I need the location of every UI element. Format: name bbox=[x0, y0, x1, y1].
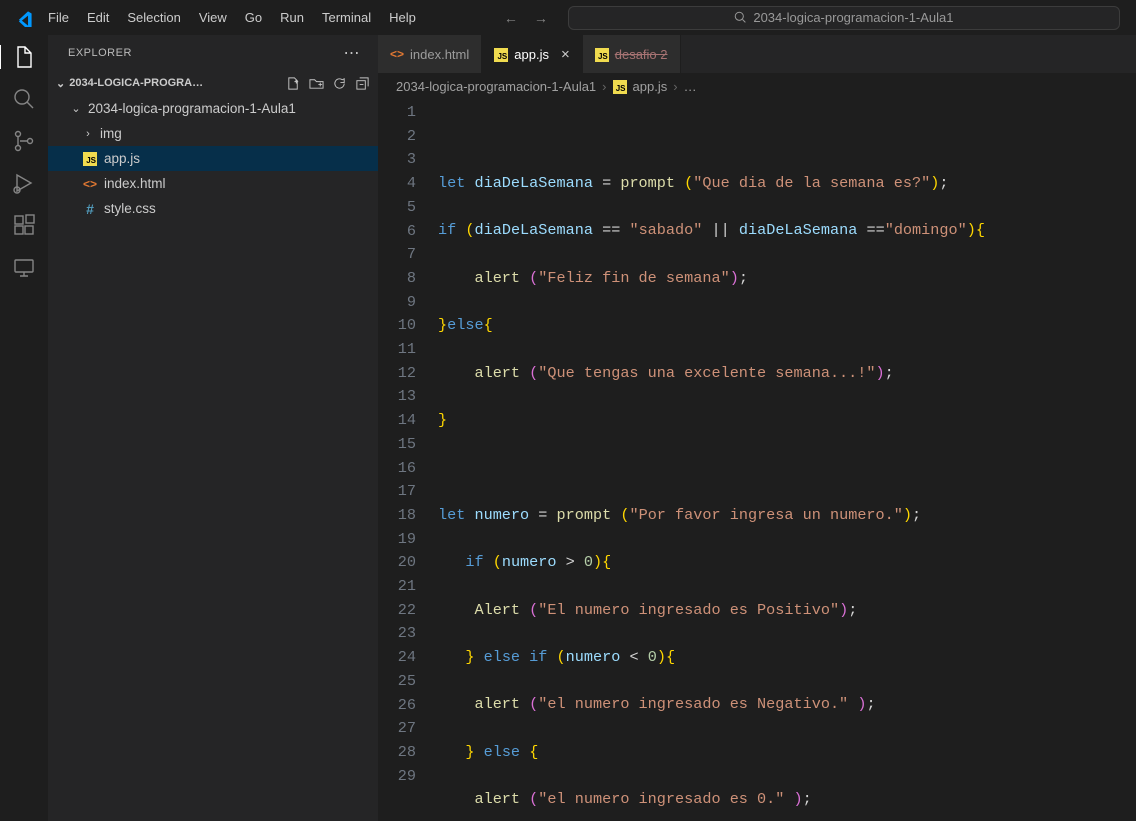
tab-indexhtml[interactable]: <> index.html bbox=[378, 35, 482, 73]
search-text: 2034-logica-programacion-1-Aula1 bbox=[753, 10, 953, 25]
tree-label: 2034-logica-programacion-1-Aula1 bbox=[88, 101, 296, 116]
activity-search-icon[interactable] bbox=[12, 87, 36, 111]
chevron-right-icon: › bbox=[602, 79, 606, 94]
tab-desafio2[interactable]: JS desafio 2 bbox=[583, 35, 681, 73]
search-icon bbox=[734, 11, 747, 24]
breadcrumb-symbol[interactable]: … bbox=[684, 79, 697, 94]
sidebar-header: EXPLORER ⋯ bbox=[48, 35, 378, 70]
command-center-search[interactable]: 2034-logica-programacion-1-Aula1 bbox=[568, 6, 1120, 30]
tab-appjs[interactable]: JS app.js × bbox=[482, 35, 582, 73]
activity-bar bbox=[0, 35, 48, 821]
tab-label: desafio 2 bbox=[615, 47, 668, 62]
js-file-icon: JS bbox=[494, 47, 508, 62]
tab-label: index.html bbox=[410, 47, 469, 62]
tree-file-stylecss[interactable]: # style.css bbox=[48, 196, 378, 221]
activity-explorer-icon[interactable] bbox=[0, 45, 47, 69]
nav-forward-icon[interactable]: → bbox=[534, 10, 548, 26]
collapse-all-icon[interactable] bbox=[355, 76, 370, 91]
tree-label: img bbox=[100, 126, 122, 141]
line-numbers-gutter: 1234567891011121314151617181920212223242… bbox=[378, 99, 438, 821]
chevron-down-icon: ⌄ bbox=[70, 102, 82, 115]
file-tree: ⌄ 2034-logica-programacion-1-Aula1 › img… bbox=[48, 96, 378, 221]
chevron-right-icon: › bbox=[673, 79, 677, 94]
nav-arrows: ← → bbox=[504, 10, 548, 26]
activity-extensions-icon[interactable] bbox=[12, 213, 36, 237]
tree-label: style.css bbox=[104, 201, 156, 216]
menu-bar: File Edit Selection View Go Run Terminal… bbox=[40, 6, 424, 29]
tree-file-indexhtml[interactable]: <> index.html bbox=[48, 171, 378, 196]
activity-source-control-icon[interactable] bbox=[12, 129, 36, 153]
menu-edit[interactable]: Edit bbox=[79, 6, 117, 29]
css-file-icon: # bbox=[82, 201, 98, 217]
menu-terminal[interactable]: Terminal bbox=[314, 6, 379, 29]
menu-file[interactable]: File bbox=[40, 6, 77, 29]
editor-tabs: <> index.html JS app.js × JS desafio 2 bbox=[378, 35, 1136, 73]
refresh-icon[interactable] bbox=[332, 76, 347, 91]
vscode-logo-icon bbox=[16, 10, 32, 26]
code-content[interactable]: let diaDeLaSemana = prompt ("Que dia de … bbox=[438, 99, 1136, 821]
breadcrumb[interactable]: 2034-logica-programacion-1-Aula1 › JS ap… bbox=[378, 73, 1136, 99]
breadcrumb-file[interactable]: app.js bbox=[633, 79, 668, 94]
nav-back-icon[interactable]: ← bbox=[504, 10, 518, 26]
tree-label: index.html bbox=[104, 176, 166, 191]
breadcrumb-folder[interactable]: 2034-logica-programacion-1-Aula1 bbox=[396, 79, 596, 94]
html-file-icon: <> bbox=[390, 47, 404, 61]
menu-view[interactable]: View bbox=[191, 6, 235, 29]
workspace-folder-header[interactable]: ⌄ 2034-LOGICA-PROGRA… bbox=[48, 70, 378, 96]
new-file-icon[interactable] bbox=[286, 76, 301, 91]
menu-go[interactable]: Go bbox=[237, 6, 270, 29]
activity-debug-icon[interactable] bbox=[12, 171, 36, 195]
editor-area: <> index.html JS app.js × JS desafio 2 2… bbox=[378, 35, 1136, 821]
title-bar: File Edit Selection View Go Run Terminal… bbox=[0, 0, 1136, 35]
activity-remote-icon[interactable] bbox=[12, 255, 36, 279]
js-file-icon: JS bbox=[613, 79, 627, 94]
tree-folder-img[interactable]: › img bbox=[48, 121, 378, 146]
chevron-down-icon: ⌄ bbox=[56, 77, 65, 90]
js-file-icon: JS bbox=[82, 152, 98, 166]
sidebar-more-icon[interactable]: ⋯ bbox=[344, 43, 361, 63]
tab-label: app.js bbox=[514, 47, 549, 62]
workspace-name: 2034-LOGICA-PROGRA… bbox=[69, 77, 203, 89]
menu-selection[interactable]: Selection bbox=[119, 6, 188, 29]
menu-run[interactable]: Run bbox=[272, 6, 312, 29]
close-icon[interactable]: × bbox=[561, 46, 570, 63]
tree-file-appjs[interactable]: JS app.js bbox=[48, 146, 378, 171]
js-file-icon: JS bbox=[595, 47, 609, 62]
code-editor[interactable]: 1234567891011121314151617181920212223242… bbox=[378, 99, 1136, 821]
tree-folder-root[interactable]: ⌄ 2034-logica-programacion-1-Aula1 bbox=[48, 96, 378, 121]
html-file-icon: <> bbox=[82, 177, 98, 191]
sidebar-title: EXPLORER bbox=[68, 47, 132, 59]
new-folder-icon[interactable] bbox=[309, 76, 324, 91]
explorer-sidebar: EXPLORER ⋯ ⌄ 2034-LOGICA-PROGRA… ⌄ 2034-… bbox=[48, 35, 378, 821]
chevron-right-icon: › bbox=[82, 128, 94, 140]
menu-help[interactable]: Help bbox=[381, 6, 424, 29]
tree-label: app.js bbox=[104, 151, 140, 166]
